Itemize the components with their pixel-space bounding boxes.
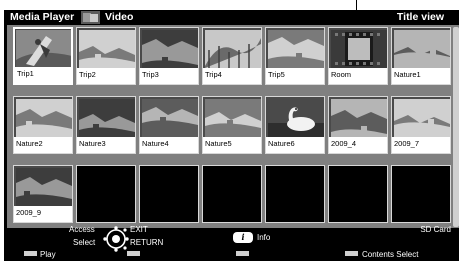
video-tile[interactable]: 2009_7 [391, 96, 451, 154]
video-tile[interactable]: 2009_9 [13, 165, 73, 223]
video-thumbnail [394, 99, 450, 137]
media-player-screen: Media Player Video Title view Trip1 Trip2… [4, 10, 459, 261]
video-title: Trip5 [266, 68, 324, 84]
scrollbar[interactable] [453, 27, 459, 227]
dpad-icon[interactable] [102, 225, 130, 253]
video-thumbnail [142, 30, 198, 68]
info-icon[interactable]: i [233, 232, 253, 243]
video-tile[interactable]: Nature3 [76, 96, 136, 154]
green-button-icon[interactable] [127, 251, 140, 256]
video-tile[interactable]: Nature4 [139, 96, 199, 154]
video-thumbnail [331, 30, 387, 68]
blue-button-label: Contents Select [362, 250, 419, 259]
video-tile[interactable]: Trip3 [139, 27, 199, 85]
video-thumbnail [16, 30, 71, 68]
header-bar: Media Player Video Title view [4, 10, 459, 25]
video-tile[interactable]: Trip5 [265, 27, 325, 85]
video-thumbnail [142, 99, 198, 137]
return-label: RETURN [130, 238, 164, 247]
video-title: 2009_7 [392, 137, 450, 153]
video-thumbnail [205, 99, 261, 137]
video-title: Trip4 [203, 68, 261, 84]
info-label: Info [257, 233, 271, 242]
video-folder-icon [81, 11, 100, 24]
video-tile[interactable]: 2009_4 [328, 96, 388, 154]
video-title: Nature3 [77, 137, 135, 153]
blue-button-icon[interactable] [345, 251, 358, 256]
empty-tile[interactable] [265, 165, 325, 223]
video-tile[interactable]: Trip4 [202, 27, 262, 85]
app-title: Media Player [10, 11, 75, 23]
red-button-label: Play [40, 250, 56, 259]
video-thumbnail [331, 99, 387, 137]
video-tile[interactable]: Trip1 [13, 27, 73, 85]
empty-tile[interactable] [139, 165, 199, 223]
video-tile[interactable]: Trip2 [76, 27, 136, 85]
video-thumbnail [394, 30, 450, 68]
video-thumbnail [79, 99, 135, 137]
video-title: 2009_9 [14, 206, 72, 222]
video-title: 2009_4 [329, 137, 387, 153]
video-title: Trip1 [15, 67, 71, 83]
storage-label: SD Card [420, 225, 451, 234]
thumbnail-grid: Trip1 Trip2 Trip3 Trip4 Trip5 Room Nature1 Natu… [7, 25, 459, 228]
video-title: Nature2 [14, 137, 72, 153]
video-thumbnail [79, 30, 135, 68]
empty-tile[interactable] [391, 165, 451, 223]
select-label: Select [73, 238, 96, 247]
video-title: Nature1 [392, 68, 450, 84]
video-tile[interactable]: Room [328, 27, 388, 85]
video-title: Nature5 [203, 137, 261, 153]
red-button-icon[interactable] [24, 251, 37, 256]
video-thumbnail [205, 30, 261, 68]
video-title: Trip3 [140, 68, 198, 84]
video-title: Trip2 [77, 68, 135, 84]
exit-label: EXIT [130, 225, 148, 234]
video-thumbnail [268, 99, 324, 137]
empty-tile[interactable] [328, 165, 388, 223]
yellow-button-icon[interactable] [236, 251, 249, 256]
video-thumbnail [268, 30, 324, 68]
view-mode-label: Title view [396, 11, 444, 23]
footer-guide: Access Select EXIT RETURN i Info SD Card… [4, 225, 459, 261]
video-title: Nature4 [140, 137, 198, 153]
video-tile[interactable]: Nature6 [265, 96, 325, 154]
callout-line [356, 0, 357, 10]
video-thumbnail [16, 168, 72, 206]
empty-tile[interactable] [76, 165, 136, 223]
video-thumbnail [16, 99, 72, 137]
video-tile[interactable]: Nature1 [391, 27, 451, 85]
video-tile[interactable]: Nature2 [13, 96, 73, 154]
access-label: Access [69, 225, 95, 234]
video-tile[interactable]: Nature5 [202, 96, 262, 154]
empty-tile[interactable] [202, 165, 262, 223]
section-title: Video [105, 11, 134, 23]
video-title: Room [329, 68, 387, 84]
video-title: Nature6 [266, 137, 324, 153]
